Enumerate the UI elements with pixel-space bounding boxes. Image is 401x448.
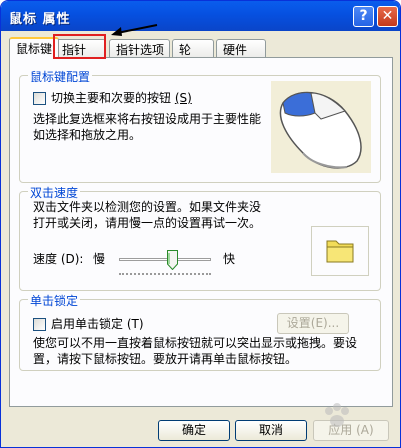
double-click-desc-2: 打开或关闭，请用慢一点的设置再试一次。 xyxy=(33,216,262,230)
ok-button[interactable]: 确定 xyxy=(158,420,230,441)
help-button[interactable]: ? xyxy=(353,6,374,27)
click-lock-desc-1: 使您可以不用一直按着鼠标按钮就可以突出显示或拖拽。要设 xyxy=(33,336,358,350)
speed-fast-label: 快 xyxy=(223,252,236,266)
mouse-icon xyxy=(279,91,362,169)
title-bar[interactable]: 鼠标 属性 ? ✕ xyxy=(1,1,400,31)
folder-icon[interactable] xyxy=(312,227,368,275)
tab-pointer-options[interactable]: 指针选项 xyxy=(109,39,170,57)
tab-hardware[interactable]: 硬件 xyxy=(216,39,266,57)
click-lock-settings-button[interactable]: 设置(E)... xyxy=(277,313,349,334)
button-config-desc-2: 如选择和拖放之用。 xyxy=(33,128,142,142)
switch-buttons-accel: (S) xyxy=(174,91,192,105)
baidu-watermark xyxy=(269,399,399,439)
double-click-desc-1: 双击文件夹以检测您的设置。如果文件夹没 xyxy=(33,200,262,214)
click-lock-label[interactable]: 启用单击锁定 (T) xyxy=(51,316,144,332)
double-click-speed-slider[interactable] xyxy=(119,258,211,261)
slider-ticks xyxy=(119,273,211,275)
switch-buttons-checkbox[interactable] xyxy=(33,92,46,105)
tab-buttons[interactable]: 鼠标键 xyxy=(9,37,60,58)
button-config-desc-1: 选择此复选框来将右按钮设成用于主要性能 xyxy=(33,112,262,126)
click-lock-checkbox[interactable] xyxy=(33,318,46,331)
test-folder-area[interactable] xyxy=(311,226,369,276)
speed-label: 速度 (D): xyxy=(33,252,84,266)
switch-buttons-label[interactable]: 切换主要和次要的按钮 (S) xyxy=(51,90,192,106)
button-config-title: 鼠标键配置 xyxy=(28,68,93,85)
tab-wheel[interactable]: 轮 xyxy=(172,39,214,57)
baidu-paw-icon xyxy=(325,403,349,427)
click-lock-desc-2: 置，请按下鼠标按钮。要放开请再单击鼠标按钮。 xyxy=(33,352,298,366)
tab-highlight-box xyxy=(53,34,106,59)
speed-slow-label: 慢 xyxy=(93,252,106,266)
switch-buttons-text: 切换主要和次要的按钮 xyxy=(51,91,172,105)
mouse-illustration xyxy=(271,81,371,173)
arrow-annotation-icon xyxy=(111,24,158,36)
window-title: 鼠标 属性 xyxy=(9,12,71,27)
mouse-properties-window: 鼠标 属性 ? ✕ 鼠标键 指针 指针选项 轮 硬件 鼠标键配置 切换主要和次要… xyxy=(0,0,401,448)
close-button[interactable]: ✕ xyxy=(377,6,398,27)
slider-thumb-icon[interactable] xyxy=(167,250,178,270)
click-lock-title: 单击锁定 xyxy=(28,292,81,309)
